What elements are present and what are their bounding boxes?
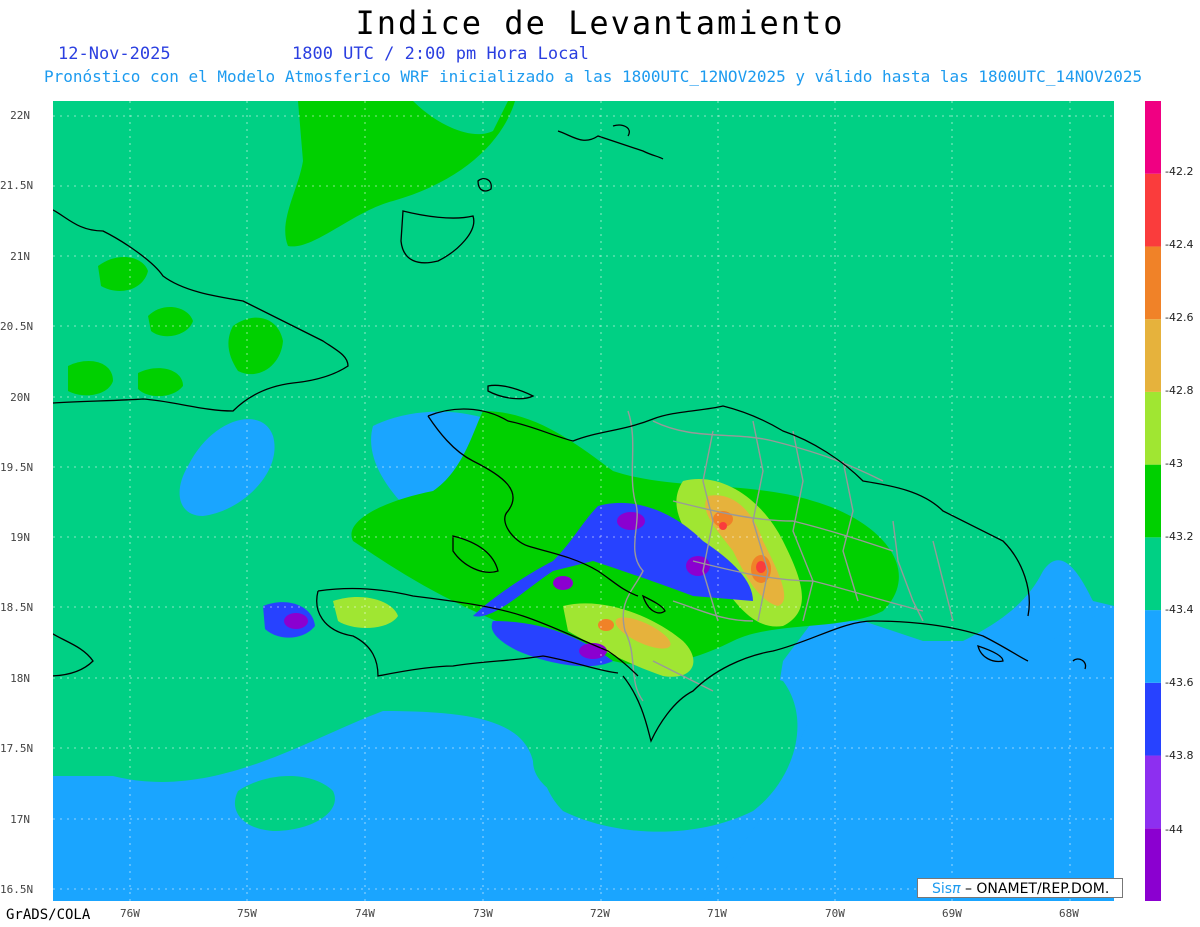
- lat-label: 17N: [10, 813, 30, 826]
- map-title: Indice de Levantamiento: [355, 4, 845, 42]
- software-credit: GrADS/COLA: [6, 907, 91, 923]
- colorbar-label: -42.4: [1165, 238, 1194, 251]
- lon-label: 74W: [355, 907, 375, 920]
- colorbar-label: -43.4: [1165, 603, 1194, 616]
- field-violet-5: [553, 576, 573, 590]
- lat-label: 17.5N: [0, 742, 34, 755]
- field-violet-2: [686, 556, 710, 576]
- forecast-description: Pronóstico con el Modelo Atmosferico WRF…: [44, 67, 1143, 86]
- field-deep-orange-3: [598, 619, 614, 631]
- colorbar-swatch: [1145, 173, 1161, 247]
- lifted-index-map[interactable]: [53, 101, 1114, 901]
- colorbar-swatch: [1145, 682, 1161, 756]
- colorbar-label: -43.2: [1165, 530, 1194, 543]
- colorbar-label: -42.6: [1165, 311, 1194, 324]
- lat-label: 20.5N: [0, 320, 34, 333]
- colorbar-label: -43: [1165, 457, 1183, 470]
- colorbar-label: -43.6: [1165, 676, 1194, 689]
- colorbar-label: -43.8: [1165, 749, 1194, 762]
- colorbar-swatch: [1145, 319, 1161, 392]
- lon-label: 69W: [942, 907, 962, 920]
- colorbar-swatch: [1145, 537, 1161, 611]
- colorbar-label: -42.2: [1165, 165, 1194, 178]
- lon-label: 68W: [1059, 907, 1079, 920]
- field-red-1: [756, 561, 766, 573]
- field-violet-4: [284, 613, 308, 629]
- lat-label: 22N: [10, 109, 30, 122]
- lon-label: 71W: [707, 907, 727, 920]
- lat-label: 20N: [10, 391, 30, 404]
- colorbar-swatch: [1145, 101, 1161, 174]
- lat-label: 19N: [10, 531, 30, 544]
- lat-label: 21.5N: [0, 179, 34, 192]
- credit-org: – ONAMET/REP.DOM.: [960, 881, 1110, 897]
- lon-label: 70W: [825, 907, 845, 920]
- lat-label: 19.5N: [0, 461, 34, 474]
- colorbar: [1145, 101, 1161, 901]
- forecast-date: 12-Nov-2025: [58, 44, 171, 64]
- field-red-2: [719, 522, 727, 530]
- lat-label: 16.5N: [0, 883, 34, 896]
- lon-label: 72W: [590, 907, 610, 920]
- colorbar-swatch: [1145, 464, 1161, 538]
- lat-label: 18N: [10, 672, 30, 685]
- credit-brand: Sis: [932, 881, 953, 897]
- forecast-time: 1800 UTC / 2:00 pm Hora Local: [292, 44, 589, 64]
- colorbar-label: -44: [1165, 823, 1183, 836]
- colorbar-label: -42.8: [1165, 384, 1194, 397]
- credit-pi: π: [952, 881, 961, 897]
- credit-box: Sisπ – ONAMET/REP.DOM.: [917, 878, 1123, 898]
- colorbar-swatch: [1145, 828, 1161, 901]
- colorbar-swatch: [1145, 755, 1161, 829]
- colorbar-swatch: [1145, 610, 1161, 683]
- field-violet-1: [617, 512, 645, 530]
- lat-label: 21N: [10, 250, 30, 263]
- colorbar-swatch: [1145, 246, 1161, 320]
- lon-label: 76W: [120, 907, 140, 920]
- lon-label: 73W: [473, 907, 493, 920]
- lon-label: 75W: [237, 907, 257, 920]
- colorbar-swatch: [1145, 391, 1161, 465]
- lat-label: 18.5N: [0, 601, 34, 614]
